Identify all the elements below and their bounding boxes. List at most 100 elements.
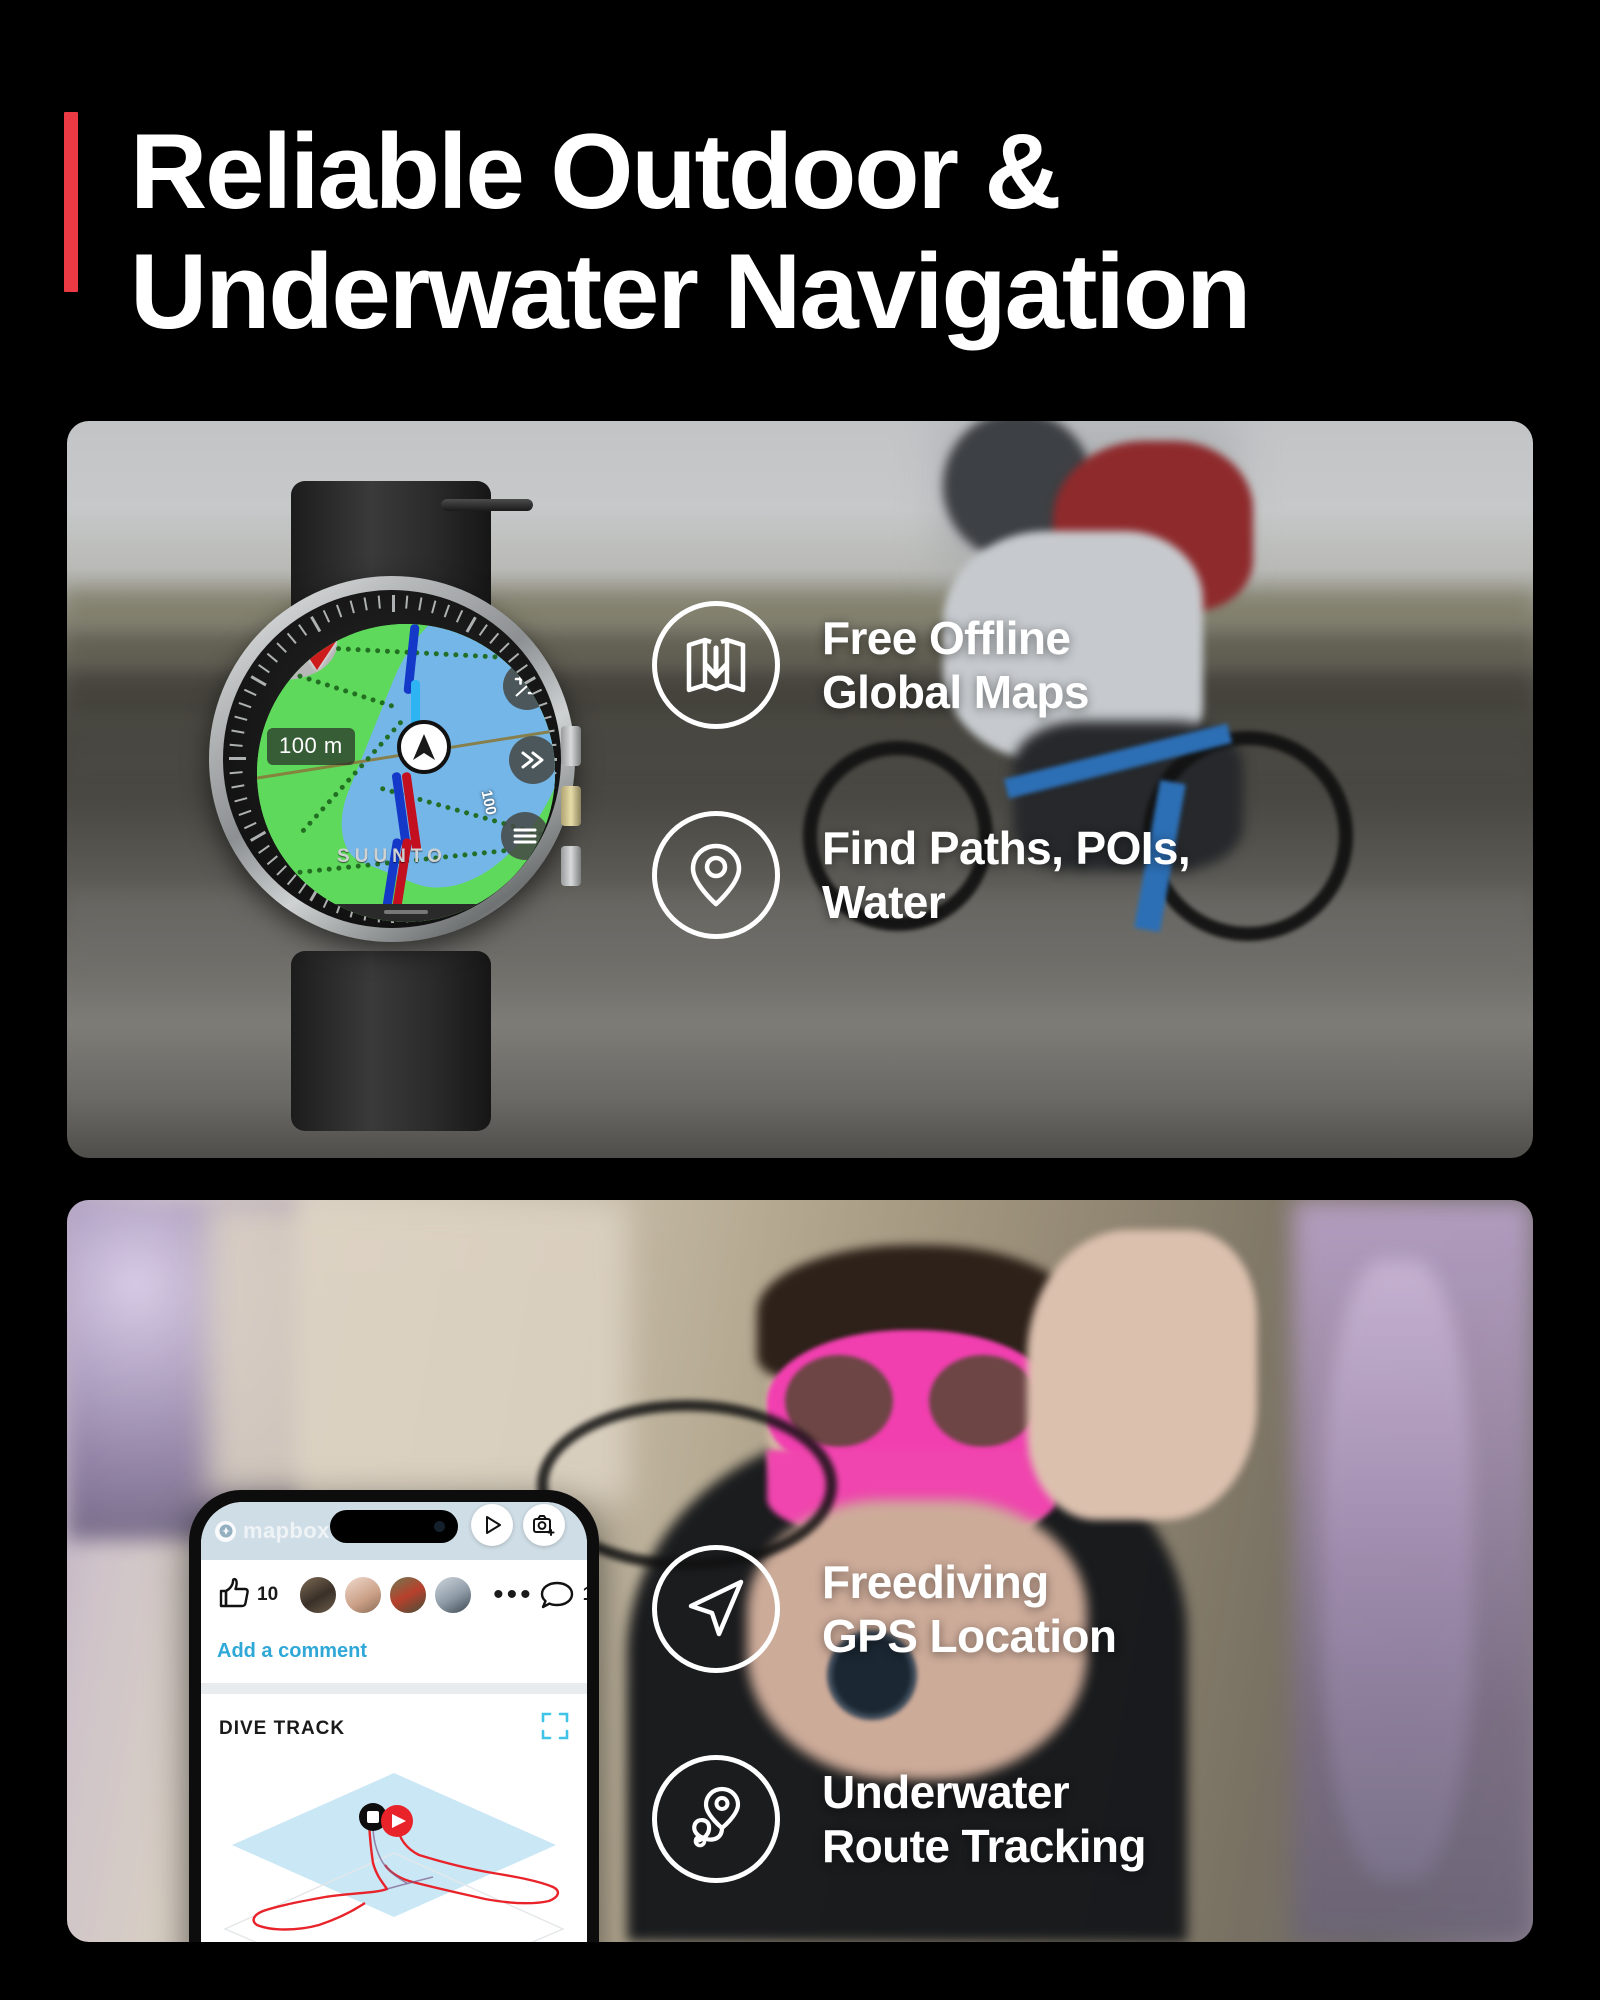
- comment-button[interactable]: 10: [540, 1580, 587, 1610]
- bezel-tick: [455, 609, 464, 623]
- dive-track-title: DIVE TRACK: [219, 1717, 346, 1739]
- watch-next-button[interactable]: [509, 736, 555, 784]
- comment-bubble-icon: [540, 1581, 573, 1609]
- thumbs-up-icon: [219, 1577, 249, 1607]
- feature-underwater-route-tracking: Underwater Route Tracking: [652, 1755, 1146, 1883]
- bezel-tick: [243, 821, 257, 830]
- panel-outdoor: 100 m 100 SUUNTO Free Offline Global Map…: [67, 421, 1533, 1158]
- headline-line-2: Underwater Navigation: [130, 230, 1251, 351]
- bezel-tick: [234, 797, 248, 803]
- route-pin-icon: [652, 1755, 780, 1883]
- add-comment-link[interactable]: Add a comment: [201, 1630, 587, 1683]
- map-download-icon: [652, 601, 780, 729]
- smartphone-device: mapbox 10 ••• Add a comment DIVE TRACK: [189, 1490, 599, 1942]
- map-pin-icon: [652, 811, 780, 939]
- add-photo-icon: [533, 1515, 555, 1536]
- bezel-tick: [231, 729, 245, 734]
- strap-notch: [441, 499, 533, 511]
- expand-button[interactable]: [541, 1712, 569, 1745]
- watch-side-button-bottom[interactable]: [561, 846, 581, 886]
- feature-label: Underwater Route Tracking: [822, 1765, 1146, 1872]
- feature-freediving-gps: Freediving GPS Location: [652, 1545, 1117, 1673]
- bezel-tick: [418, 597, 423, 611]
- watch-case: 100 m 100 SUUNTO: [209, 576, 581, 942]
- bezel-tick: [229, 743, 243, 747]
- feature-label: Free Offline Global Maps: [822, 611, 1089, 718]
- mapbox-glyph: [219, 1524, 232, 1538]
- avatar: [388, 1575, 429, 1615]
- play-icon: [486, 1516, 501, 1534]
- bezel-tick: [238, 809, 252, 817]
- map-direction-triangle: [297, 640, 337, 670]
- feature-label: Find Paths, POIs, Water: [822, 821, 1191, 928]
- bezel-tick: [392, 595, 395, 612]
- bezel-tick: [431, 600, 437, 614]
- watch-brand-label: SUUNTO: [337, 846, 447, 867]
- watch-side-button-top[interactable]: [561, 726, 581, 766]
- section-divider: [201, 1683, 587, 1694]
- map-scale-label: 100 m: [267, 728, 355, 765]
- watch-zoom-button[interactable]: [503, 662, 551, 710]
- bezel-tick: [229, 757, 246, 760]
- navigation-arrow-glyph: [688, 1579, 744, 1637]
- water-surface-plane: [232, 1773, 556, 1917]
- chevron-double-right-icon: [521, 751, 544, 769]
- mapbox-label: mapbox: [243, 1518, 330, 1543]
- bezel-tick: [349, 600, 355, 614]
- avatar: [343, 1575, 384, 1615]
- map-pin-glyph: [690, 843, 742, 907]
- panel-underwater: mapbox 10 ••• Add a comment DIVE TRACK F…: [67, 1200, 1533, 1942]
- bezel-tick: [234, 715, 248, 721]
- dive-track-visualization[interactable]: [201, 1753, 587, 1942]
- watch-map-screen[interactable]: 100 m 100: [257, 624, 555, 922]
- accent-bar: [64, 112, 78, 292]
- watch-side-button-middle[interactable]: [561, 786, 581, 826]
- infographic-page: Reliable Outdoor & Underwater Navigation: [0, 0, 1600, 2000]
- page-title: Reliable Outdoor & Underwater Navigation: [130, 111, 1251, 352]
- feature-free-offline-maps: Free Offline Global Maps: [652, 601, 1089, 729]
- dynamic-island: [330, 1510, 458, 1543]
- avatar: [298, 1575, 339, 1615]
- avatar: [433, 1575, 474, 1615]
- bezel-tick: [377, 595, 381, 609]
- feature-label: Freediving GPS Location: [822, 1555, 1117, 1662]
- mapbox-logo-icon: [215, 1520, 236, 1542]
- headline-line-1: Reliable Outdoor &: [130, 111, 1062, 231]
- stop-marker-glyph: [367, 1811, 379, 1823]
- bezel-tick: [238, 701, 252, 709]
- phone-screen[interactable]: mapbox 10 ••• Add a comment DIVE TRACK: [201, 1502, 587, 1942]
- dive-track-3d-plot: [223, 1773, 565, 1942]
- expand-icon: [541, 1712, 569, 1740]
- navigation-arrow-icon: [652, 1545, 780, 1673]
- watch-bezel: 100 m 100: [223, 590, 561, 928]
- route-pin-glyph: [692, 1786, 741, 1848]
- smartwatch-device: 100 m 100 SUUNTO: [195, 481, 587, 1131]
- bezel-tick: [363, 597, 368, 611]
- bezel-tick: [231, 784, 245, 789]
- bezel-tick: [243, 688, 257, 697]
- add-photo-button[interactable]: [523, 1504, 565, 1546]
- navigation-arrow-icon: [413, 734, 435, 760]
- bezel-tick: [229, 771, 243, 775]
- bezel-tick: [443, 604, 451, 618]
- feature-find-paths-pois: Find Paths, POIs, Water: [652, 811, 1191, 939]
- zoom-plus-minus-icon: [514, 673, 540, 697]
- play-button[interactable]: [471, 1504, 513, 1546]
- mapbox-attribution[interactable]: mapbox: [215, 1518, 330, 1544]
- bezel-tick: [322, 609, 331, 623]
- watch-strap-bottom: [291, 951, 491, 1131]
- avatar-group[interactable]: [298, 1575, 474, 1615]
- comment-count: 10: [583, 1584, 587, 1606]
- bezel-tick: [335, 604, 343, 618]
- more-reactions-button[interactable]: •••: [493, 1580, 534, 1610]
- front-camera-icon: [434, 1521, 445, 1532]
- like-button[interactable]: [217, 1577, 251, 1614]
- dive-track-header: DIVE TRACK: [201, 1694, 587, 1753]
- headline-block: Reliable Outdoor & Underwater Navigation: [64, 111, 1544, 351]
- hamburger-menu-icon: [513, 828, 537, 844]
- like-count: 10: [257, 1584, 279, 1605]
- watch-menu-button[interactable]: [501, 812, 549, 860]
- map-download-glyph: [686, 637, 746, 693]
- watch-screen-bottom-bar: [257, 904, 555, 922]
- bezel-tick: [405, 595, 409, 609]
